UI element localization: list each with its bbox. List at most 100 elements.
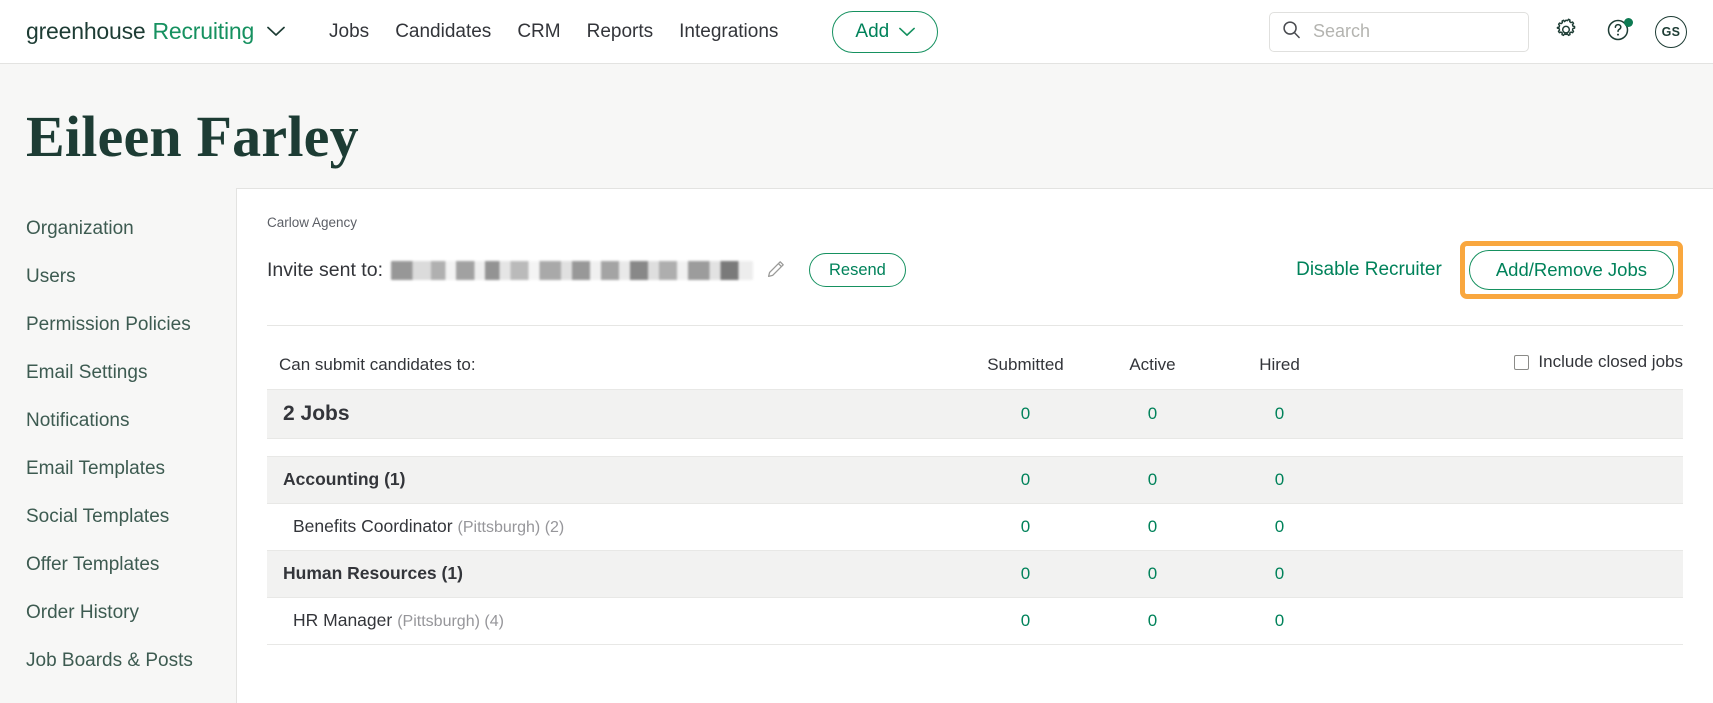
nav-item-crm[interactable]: CRM (517, 21, 560, 43)
total-active-value[interactable]: 0 (1148, 404, 1157, 423)
jobs-table: Can submit candidates to: Submitted Acti… (267, 326, 1683, 645)
benefits-hired-value[interactable]: 0 (1275, 517, 1284, 536)
job-title-hr-manager[interactable]: HR Manager (293, 610, 392, 630)
avatar[interactable]: GS (1655, 15, 1687, 48)
sidebar-item-organization[interactable]: Organization (26, 204, 236, 252)
nav-item-reports[interactable]: Reports (587, 21, 654, 43)
group-name-accounting: Accounting (1) (267, 455, 962, 504)
pencil-icon (766, 259, 786, 282)
primary-nav-links: Jobs Candidates CRM Reports Integrations… (329, 10, 939, 53)
total-tail-cell (1343, 388, 1683, 439)
job-meta-hr-manager: (Pittsburgh) (4) (397, 613, 504, 630)
hr-manager-tail-cell (1343, 596, 1683, 645)
hr-manager-hired-value[interactable]: 0 (1275, 611, 1284, 630)
include-closed-jobs-checkbox[interactable] (1514, 354, 1530, 370)
invite-email-redacted (390, 260, 753, 280)
benefits-submitted-value[interactable]: 0 (1021, 517, 1030, 536)
settings-gear-button[interactable] (1551, 17, 1581, 47)
sidebar-item-social-templates[interactable]: Social Templates (26, 492, 236, 540)
total-active-cell: 0 (1089, 388, 1216, 439)
table-row-job-hr-manager: HR Manager (Pittsburgh) (4) 0 0 0 (267, 596, 1683, 645)
hr-group-active-value[interactable]: 0 (1148, 564, 1157, 583)
add-remove-jobs-highlight: Add/Remove Jobs (1459, 241, 1683, 299)
brand-name-recruiting: Recruiting (152, 18, 255, 44)
page-title: Eileen Farley (26, 104, 359, 169)
search-icon (1282, 20, 1301, 44)
accounting-active-cell: 0 (1089, 455, 1216, 504)
hr-manager-submitted-value[interactable]: 0 (1021, 611, 1030, 630)
sidebar-item-email-settings[interactable]: Email Settings (26, 348, 236, 396)
job-title-benefits-coordinator[interactable]: Benefits Coordinator (293, 516, 453, 536)
hr-manager-hired-cell: 0 (1216, 596, 1343, 645)
sidebar-item-permission-policies[interactable]: Permission Policies (26, 300, 236, 348)
avatar-initials: GS (1661, 24, 1681, 39)
help-notification-dot (1624, 17, 1633, 27)
sidebar-item-notifications[interactable]: Notifications (26, 396, 236, 444)
add-button[interactable]: Add (832, 10, 939, 53)
add-remove-jobs-button[interactable]: Add/Remove Jobs (1468, 250, 1674, 290)
sidebar-item-job-boards-posts[interactable]: Job Boards & Posts (26, 636, 236, 684)
search-box[interactable] (1269, 11, 1529, 52)
column-header-submitted: Submitted (987, 354, 1064, 374)
column-header-active: Active (1129, 354, 1176, 374)
accounting-submitted-value[interactable]: 0 (1021, 470, 1030, 489)
total-hired-value[interactable]: 0 (1275, 404, 1284, 423)
accounting-active-value[interactable]: 0 (1148, 470, 1157, 489)
spacer-cell (267, 438, 1683, 456)
table-row-total: 2 Jobs 0 0 0 (267, 388, 1683, 439)
hr-manager-active-cell: 0 (1089, 596, 1216, 645)
hr-manager-submitted-cell: 0 (962, 596, 1089, 645)
sidebar-item-users[interactable]: Users (26, 252, 236, 300)
brand-name-greenhouse: greenhouse (26, 18, 146, 44)
total-submitted-value[interactable]: 0 (1021, 404, 1030, 423)
search-input[interactable] (1313, 21, 1516, 42)
edit-email-button[interactable] (765, 259, 787, 281)
benefits-active-value[interactable]: 0 (1148, 517, 1157, 536)
column-header-name: Can submit candidates to: (279, 354, 476, 374)
hr-group-hired-value[interactable]: 0 (1275, 564, 1284, 583)
benefits-hired-cell: 0 (1216, 502, 1343, 551)
add-chevron-down-icon (899, 27, 916, 37)
top-navigation-bar: greenhouse Recruiting Jobs Candidates CR… (0, 0, 1713, 64)
total-jobs-label: 2 Jobs (267, 388, 962, 439)
resend-invite-button[interactable]: Resend (808, 253, 906, 287)
table-row-group-accounting: Accounting (1) 0 0 0 (267, 455, 1683, 504)
hr-group-hired-cell: 0 (1216, 549, 1343, 598)
accounting-tail-cell (1343, 455, 1683, 504)
accounting-submitted-cell: 0 (962, 455, 1089, 504)
include-closed-jobs-label: Include closed jobs (1538, 352, 1683, 371)
include-closed-jobs-toggle[interactable]: Include closed jobs (1514, 352, 1683, 372)
group-name-human-resources: Human Resources (1) (267, 549, 962, 598)
brand-logo[interactable]: greenhouse Recruiting (26, 18, 285, 45)
help-button[interactable] (1603, 17, 1633, 47)
add-button-label: Add (855, 20, 890, 42)
nav-item-jobs[interactable]: Jobs (329, 21, 369, 43)
invite-sent-to-label: Invite sent to: (267, 258, 383, 281)
column-header-hired: Hired (1259, 354, 1300, 374)
hr-group-submitted-value[interactable]: 0 (1021, 564, 1030, 583)
benefits-active-cell: 0 (1089, 502, 1216, 551)
sidebar-item-offer-templates[interactable]: Offer Templates (26, 540, 236, 588)
nav-item-integrations[interactable]: Integrations (679, 21, 778, 43)
nav-item-candidates[interactable]: Candidates (395, 21, 491, 43)
disable-recruiter-link[interactable]: Disable Recruiter (1296, 259, 1442, 281)
table-header-row: Can submit candidates to: Submitted Acti… (267, 326, 1683, 389)
agency-name: Carlow Agency (267, 215, 358, 230)
hr-manager-active-value[interactable]: 0 (1148, 611, 1157, 630)
table-row-group-human-resources: Human Resources (1) 0 0 0 (267, 549, 1683, 598)
table-row-job-benefits-coordinator: Benefits Coordinator (Pittsburgh) (2) 0 0… (267, 502, 1683, 551)
total-hired-cell: 0 (1216, 388, 1343, 439)
page-body: Organization Users Permission Policies E… (0, 166, 1713, 703)
accounting-hired-cell: 0 (1216, 455, 1343, 504)
brand-chevron-down-icon[interactable] (267, 26, 285, 37)
benefits-tail-cell (1343, 502, 1683, 551)
nav-right-cluster: GS (1269, 11, 1687, 52)
jobs-table-body: 2 Jobs 0 0 0 Accounting (1) 0 0 0 Benefi… (267, 388, 1683, 645)
hr-group-active-cell: 0 (1089, 549, 1216, 598)
job-name-hr-manager: HR Manager (Pittsburgh) (4) (267, 596, 962, 645)
sidebar-item-email-templates[interactable]: Email Templates (26, 444, 236, 492)
invite-row: Invite sent to: Resend Disable Recruiter… (267, 241, 1683, 299)
accounting-hired-value[interactable]: 0 (1275, 470, 1284, 489)
hr-group-tail-cell (1343, 549, 1683, 598)
sidebar-item-order-history[interactable]: Order History (26, 588, 236, 636)
